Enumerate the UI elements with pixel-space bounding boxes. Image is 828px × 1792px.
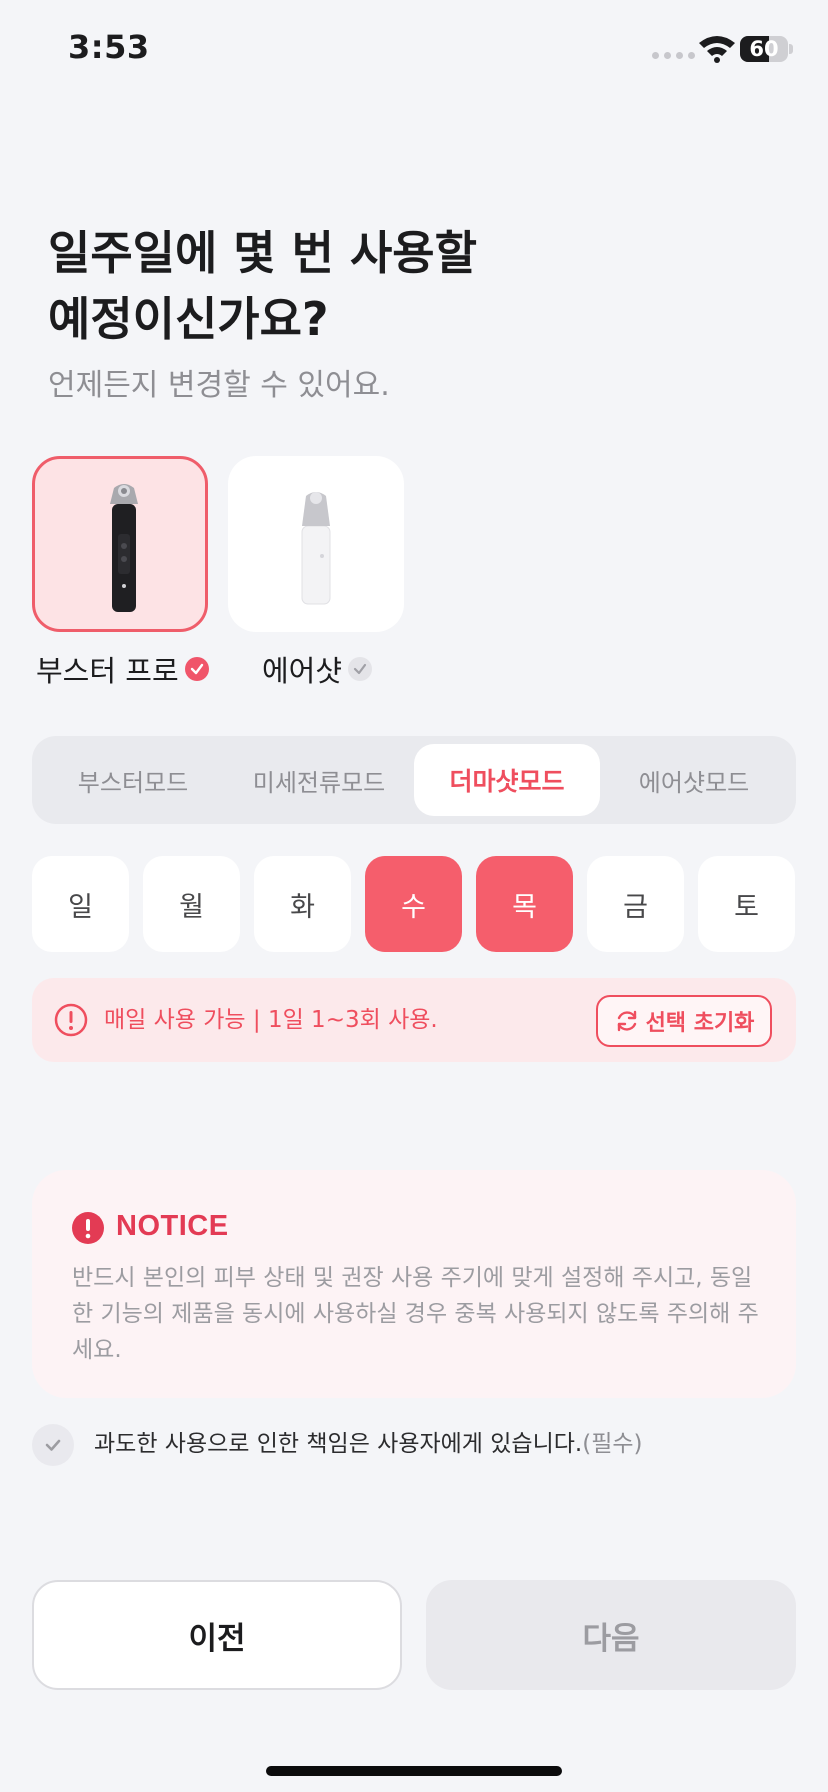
refresh-icon (617, 1010, 636, 1032)
required-label: (필수) (582, 1431, 643, 1457)
day-chip-wed[interactable]: 수 (365, 856, 462, 952)
home-indicator (266, 1766, 562, 1776)
device-name: 부스터 프로 (36, 654, 179, 688)
notice-title: NOTICE (116, 1210, 229, 1242)
device-label-booster-pro: 부스터 프로 (36, 648, 209, 690)
airshot-device-icon (301, 492, 331, 605)
day-chip-sun[interactable]: 일 (32, 856, 129, 952)
agreement-label: 과도한 사용으로 인한 책임은 사용자에게 있습니다. (94, 1431, 583, 1457)
notice-body: 반드시 본인의 피부 상태 및 권장 사용 주기에 맞게 설정해 주시고, 동일… (72, 1265, 759, 1363)
check-icon (45, 1439, 61, 1451)
day-chip-fri[interactable]: 금 (587, 856, 684, 952)
battery-percentage: 60 (749, 37, 779, 61)
exclamation-circle-icon (72, 1212, 104, 1244)
check-icon (348, 657, 373, 681)
tab-booster-mode[interactable]: 부스터모드 (40, 744, 226, 816)
usage-info-text: 매일 사용 가능 | 1일 1~3회 사용. (104, 1007, 438, 1033)
day-chip-mon[interactable]: 월 (143, 856, 240, 952)
prev-button[interactable]: 이전 (32, 1580, 402, 1690)
wifi-icon (699, 36, 735, 63)
tab-airshot-mode[interactable]: 에어샷모드 (600, 744, 788, 816)
cellular-signal-icon (652, 52, 695, 59)
tab-dermashot-mode[interactable]: 더마샷모드 (414, 744, 600, 816)
page-title: 일주일에 몇 번 사용할 예정이신가요? (48, 226, 477, 346)
check-icon (184, 657, 209, 681)
tab-microcurrent-mode[interactable]: 미세전류모드 (226, 744, 412, 816)
alert-circle-icon (54, 1003, 88, 1037)
reset-selection-button[interactable]: 선택 초기화 (596, 995, 772, 1047)
agreement-checkbox[interactable] (32, 1424, 74, 1466)
page-subtitle: 언제든지 변경할 수 있어요. (48, 368, 390, 403)
agreement-text[interactable]: 과도한 사용으로 인한 책임은 사용자에게 있습니다.(필수) (94, 1428, 643, 1460)
device-name: 에어샷 (262, 654, 343, 688)
day-chip-sat[interactable]: 토 (698, 856, 795, 952)
day-chip-thu[interactable]: 목 (476, 856, 573, 952)
next-button[interactable]: 다음 (426, 1580, 796, 1690)
battery-cap (789, 44, 793, 54)
status-time: 3:53 (68, 28, 150, 66)
reset-label: 선택 초기화 (645, 1011, 755, 1036)
device-label-airshot: 에어샷 (262, 648, 373, 690)
battery-icon: 60 (740, 36, 788, 62)
device-card-airshot[interactable] (228, 456, 404, 632)
day-chip-tue[interactable]: 화 (254, 856, 351, 952)
device-card-booster-pro[interactable] (32, 456, 208, 632)
booster-pro-device-icon (110, 484, 138, 612)
